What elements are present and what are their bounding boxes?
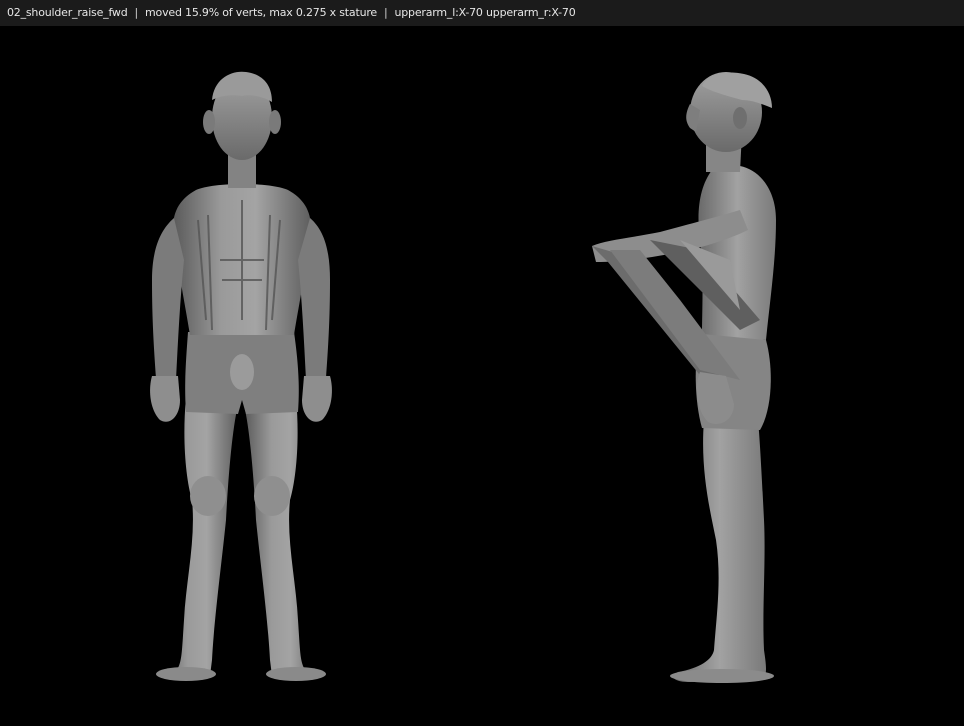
- side-ear: [733, 107, 747, 129]
- front-left-arm: [152, 218, 184, 380]
- front-left-foot: [156, 667, 216, 681]
- pose-name: 02_shoulder_raise_fwd: [7, 6, 128, 19]
- side-view-figure: [592, 72, 776, 683]
- front-bulge: [230, 354, 254, 390]
- render-viewport: [0, 26, 964, 726]
- bone-rotations: upperarm_l:X-70 upperarm_r:X-70: [394, 6, 576, 19]
- front-right-hand: [302, 376, 332, 422]
- front-right-knee: [254, 476, 290, 516]
- front-left-knee: [190, 476, 226, 516]
- front-right-leg: [244, 398, 323, 680]
- deformation-stats: moved 15.9% of verts, max 0.275 x statur…: [145, 6, 377, 19]
- front-right-foot: [266, 667, 326, 681]
- front-left-ear: [203, 110, 215, 134]
- separator: |: [383, 6, 388, 19]
- front-left-leg: [159, 398, 238, 680]
- front-view-figure: [150, 71, 332, 681]
- separator: |: [134, 6, 139, 19]
- side-leg: [673, 420, 766, 682]
- side-foot: [670, 669, 774, 683]
- front-left-hand: [150, 376, 180, 422]
- render-canvas: [150, 71, 776, 683]
- info-bar: 02_shoulder_raise_fwd | moved 15.9% of ver…: [0, 0, 964, 26]
- front-right-ear: [269, 110, 281, 134]
